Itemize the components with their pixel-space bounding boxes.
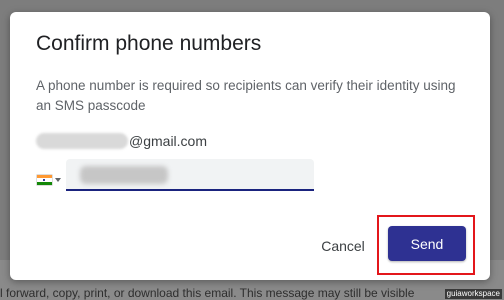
background-email-text: l forward, copy, print, or download this… [0, 286, 415, 300]
cancel-button[interactable]: Cancel [306, 232, 380, 260]
dialog-title: Confirm phone numbers [36, 32, 262, 55]
email-domain: @gmail.com [129, 133, 208, 149]
confirm-phone-dialog: Confirm phone numbers A phone number is … [10, 12, 490, 280]
india-flag-icon [37, 175, 52, 185]
dialog-description: A phone number is required so recipients… [36, 78, 456, 113]
watermark-label: guiaworkspace [444, 289, 502, 299]
recipient-email: @gmail.com [36, 131, 207, 151]
phone-number-input[interactable] [66, 159, 314, 189]
caret-down-icon [55, 178, 61, 182]
country-code-selector[interactable] [37, 170, 65, 190]
send-button[interactable]: Send [388, 226, 466, 261]
phone-number-field[interactable] [66, 159, 314, 191]
redacted-email-username [36, 133, 128, 149]
